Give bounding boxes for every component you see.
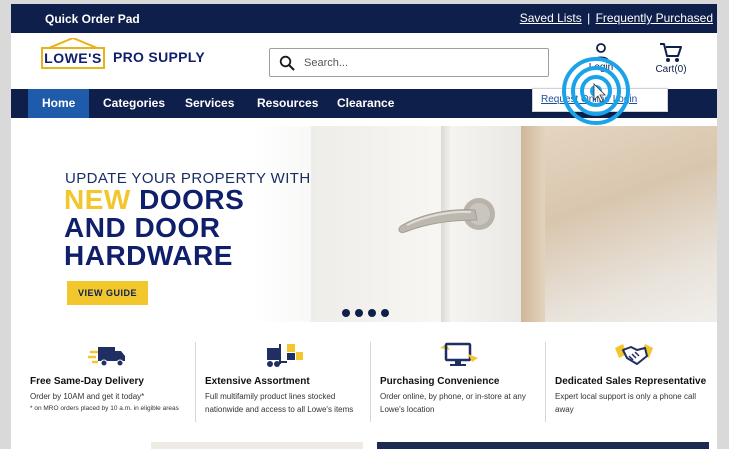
hero-line1-rest: DOORS xyxy=(130,184,245,215)
feature-sales-representative: Dedicated Sales Representative Expert lo… xyxy=(555,334,710,426)
cart-label: Cart(0) xyxy=(655,64,687,75)
hero-accent-word: NEW xyxy=(64,184,131,215)
site-header: LOWE'S PRO SUPPLY Login Cart(0 xyxy=(11,33,717,89)
lowes-logo-badge: LOWE'S xyxy=(41,38,105,69)
carousel-dot-3[interactable] xyxy=(368,309,376,317)
feature-note: * on MRO orders placed by 10 a.m. in eli… xyxy=(30,405,179,412)
hero-headline-line2: AND DOOR xyxy=(64,212,221,243)
feature-desc: Order online, by phone, or in-store at a… xyxy=(380,392,526,414)
room-wall xyxy=(521,126,545,322)
room-image xyxy=(521,126,717,322)
quick-order-pad-link[interactable]: Quick Order Pad xyxy=(45,12,140,26)
forklift-icon xyxy=(267,344,303,367)
nav-item-services[interactable]: Services xyxy=(171,89,248,118)
door-handle-icon xyxy=(398,198,495,233)
feature-desc: Order by 10AM and get it today* xyxy=(30,392,145,401)
utility-bar: Quick Order Pad Saved Lists | Frequently… xyxy=(11,4,717,33)
feature-divider xyxy=(195,342,196,422)
nav-item-home[interactable]: Home xyxy=(28,89,90,118)
user-icon xyxy=(593,43,609,61)
carousel-dot-1[interactable] xyxy=(342,309,350,317)
search-icon[interactable] xyxy=(279,55,295,71)
search-box[interactable] xyxy=(269,48,549,77)
nav-item-clearance[interactable]: Clearance xyxy=(323,89,408,118)
cart-icon xyxy=(660,43,682,62)
handshake-icon xyxy=(615,344,653,365)
carousel-dot-4[interactable] xyxy=(381,309,389,317)
carousel-dots xyxy=(342,309,389,317)
feature-divider xyxy=(545,342,546,422)
promo-card-left[interactable] xyxy=(151,442,363,449)
saved-lists-link[interactable]: Saved Lists xyxy=(520,11,582,25)
login-dropdown: Request Online Login xyxy=(532,88,668,112)
hero-headline-line3: HARDWARE xyxy=(64,240,233,271)
logo-subbrand-text: PRO SUPPLY xyxy=(113,49,205,65)
feature-title: Free Same-Day Delivery xyxy=(30,376,144,387)
request-online-login-link[interactable]: Request Online Login xyxy=(541,94,637,105)
view-guide-button[interactable]: VIEW GUIDE xyxy=(67,281,148,305)
search-input[interactable] xyxy=(304,54,534,72)
value-props: Free Same-Day Delivery Order by 10AM and… xyxy=(11,334,717,426)
cart-button[interactable]: Cart(0) xyxy=(649,42,693,75)
feature-extensive-assortment: Extensive Assortment Full multifamily pr… xyxy=(205,334,370,426)
hero-banner[interactable]: UPDATE YOUR PROPERTY WITH NEW DOORS AND … xyxy=(11,126,717,322)
utility-links: Saved Lists | Frequently Purchased xyxy=(520,11,713,25)
feature-same-day-delivery: Free Same-Day Delivery Order by 10AM and… xyxy=(30,334,200,426)
carousel-dot-2[interactable] xyxy=(355,309,363,317)
login-button[interactable]: Login xyxy=(581,42,621,73)
frequently-purchased-link[interactable]: Frequently Purchased xyxy=(596,11,713,25)
feature-desc: Expert local support is only a phone cal… xyxy=(555,392,696,414)
site-logo[interactable]: LOWE'S PRO SUPPLY xyxy=(41,38,205,69)
computer-icon xyxy=(440,342,478,366)
nav-item-resources[interactable]: Resources xyxy=(243,89,332,118)
feature-divider xyxy=(370,342,371,422)
delivery-truck-icon xyxy=(88,347,125,367)
logo-brand-text: LOWE'S xyxy=(41,47,105,69)
feature-title: Dedicated Sales Representative xyxy=(555,376,707,387)
feature-title: Extensive Assortment xyxy=(205,376,310,387)
browser-viewport: Quick Order Pad Saved Lists | Frequently… xyxy=(11,4,717,449)
link-separator: | xyxy=(587,11,591,25)
feature-desc: Full multifamily product lines stocked n… xyxy=(205,392,354,414)
feature-title: Purchasing Convenience xyxy=(380,376,500,387)
promo-card-right[interactable] xyxy=(377,442,709,449)
nav-item-categories[interactable]: Categories xyxy=(89,89,179,118)
hero-headline-line1: NEW DOORS xyxy=(64,186,244,214)
login-label: Login xyxy=(588,62,614,73)
feature-purchasing-convenience: Purchasing Convenience Order online, by … xyxy=(380,334,540,426)
